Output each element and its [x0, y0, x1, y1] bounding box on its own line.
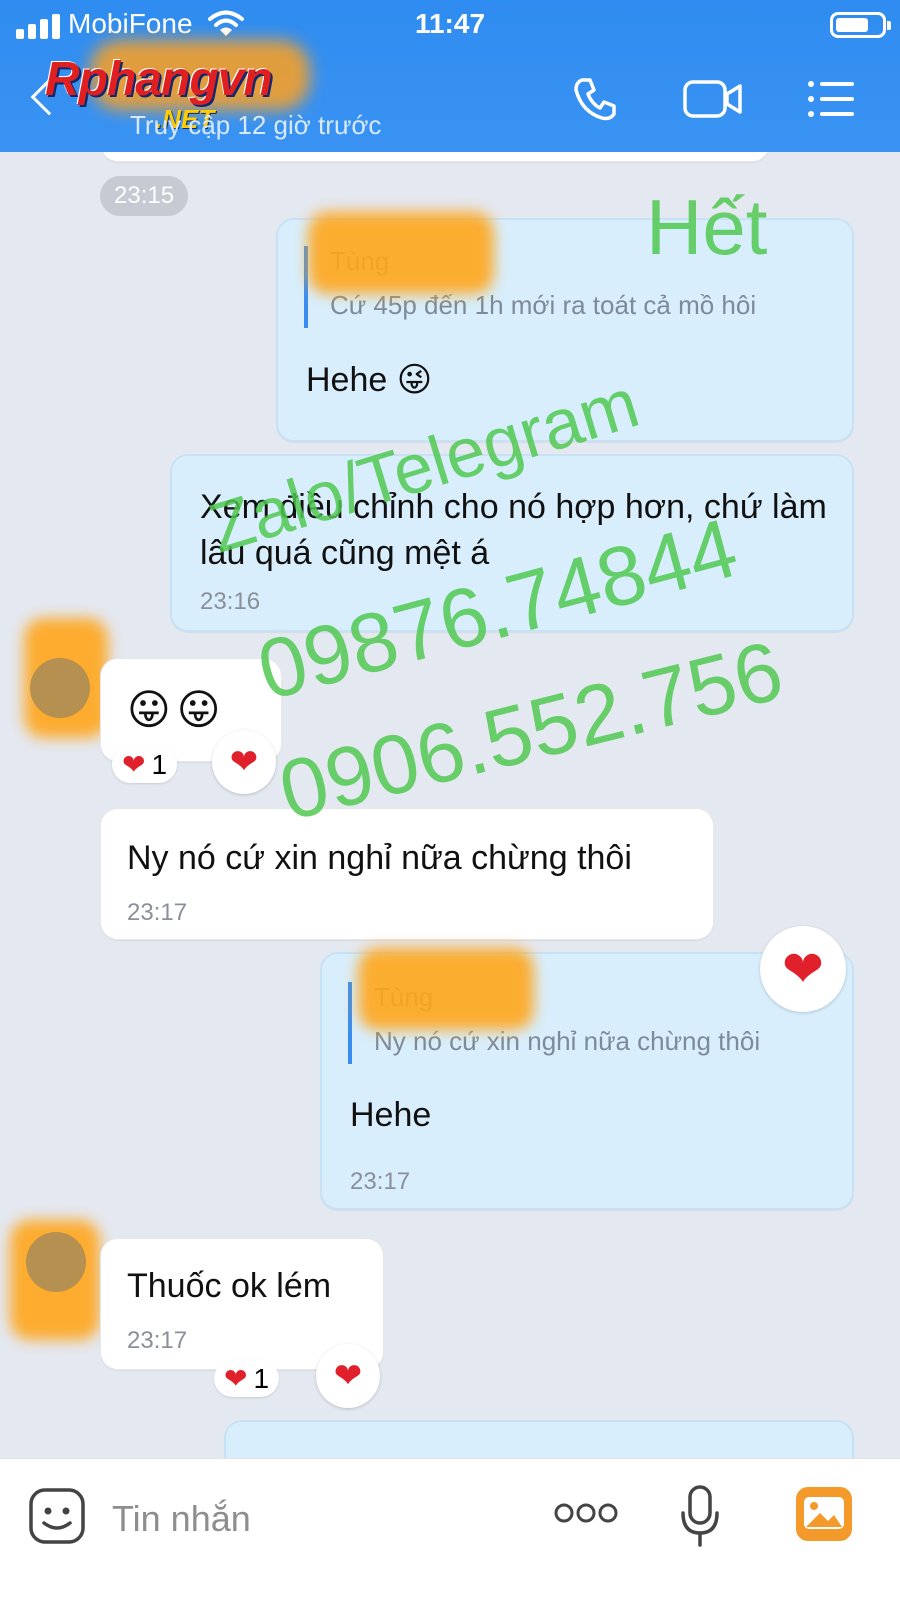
heart-reaction-badge[interactable]: ❤ — [760, 926, 846, 1012]
avatar[interactable] — [26, 1232, 86, 1292]
name-redaction — [358, 948, 534, 1030]
reaction-summary[interactable]: ❤ 1 — [214, 1360, 280, 1397]
heart-icon: ❤ — [333, 1357, 363, 1395]
previous-message-bubble[interactable] — [100, 152, 770, 162]
message-text: 😛😛 — [127, 686, 227, 733]
message-bubble-outgoing[interactable]: Xem điều chỉnh cho nó hợp hơn, chứ làm l… — [170, 454, 854, 632]
message-text: Hehe 😜 — [306, 361, 433, 399]
message-text: Xem điều chỉnh cho nó hợp hơn, chứ làm l… — [200, 488, 827, 572]
reaction-count: 1 — [151, 748, 168, 780]
quoted-text: Ny nó cứ xin nghỉ nữa chừng thôi — [374, 1026, 761, 1056]
battery-icon — [830, 12, 891, 38]
message-text: Ny nó cứ xin nghỉ nữa chừng thôi — [127, 839, 632, 877]
message-input[interactable] — [112, 1489, 512, 1549]
menu-list-icon[interactable] — [806, 74, 856, 124]
message-time: 23:17 — [350, 1168, 411, 1195]
message-bubble-incoming[interactable]: Ny nó cứ xin nghỉ nữa chừng thôi 23:17 — [100, 808, 714, 940]
heart-icon: ❤ — [122, 749, 146, 780]
reaction-summary[interactable]: ❤ 1 — [112, 746, 178, 783]
phone-icon[interactable] — [570, 74, 620, 124]
message-text: Hehe — [350, 1096, 432, 1134]
message-bubble-outgoing[interactable]: Tùng Cứ 45p đến 1h mới ra toát cả mồ hôi… — [276, 212, 854, 442]
more-dots-icon[interactable] — [554, 1501, 618, 1525]
message-input-bar — [0, 1458, 900, 1600]
last-seen-status: Truy cập 12 giờ trước — [130, 110, 382, 140]
name-redaction — [308, 212, 494, 294]
watermark-logo: Rphangvn — [45, 53, 273, 106]
heart-icon: ❤ — [229, 743, 259, 781]
next-message-bubble[interactable] — [224, 1420, 854, 1458]
time-separator: 23:15 — [100, 176, 189, 216]
heart-icon: ❤ — [224, 1363, 248, 1394]
sticker-icon[interactable] — [28, 1487, 86, 1545]
message-time: 23:17 — [127, 1327, 188, 1354]
image-icon[interactable] — [794, 1485, 854, 1543]
avatar[interactable] — [30, 658, 90, 718]
react-heart-button[interactable]: ❤ — [212, 730, 276, 794]
message-text: Thuốc ok lém — [127, 1267, 332, 1305]
reaction-count: 1 — [253, 1362, 270, 1394]
chat-header: MobiFone 11:47 Rphangvn .NET Truy cập 12… — [0, 0, 900, 152]
quoted-text: Cứ 45p đến 1h mới ra toát cả mồ hôi — [330, 290, 757, 320]
status-time: 11:47 — [414, 8, 486, 39]
message-time: 23:17 — [127, 899, 188, 926]
microphone-icon[interactable] — [680, 1483, 720, 1549]
heart-icon: ❤ — [782, 941, 824, 997]
video-call-icon[interactable] — [682, 74, 744, 124]
react-heart-button[interactable]: ❤ — [316, 1344, 380, 1408]
message-list[interactable]: 23:15 Tùng Cứ 45p đến 1h mới ra toát cả … — [0, 152, 900, 1458]
message-time: 23:16 — [200, 588, 261, 615]
